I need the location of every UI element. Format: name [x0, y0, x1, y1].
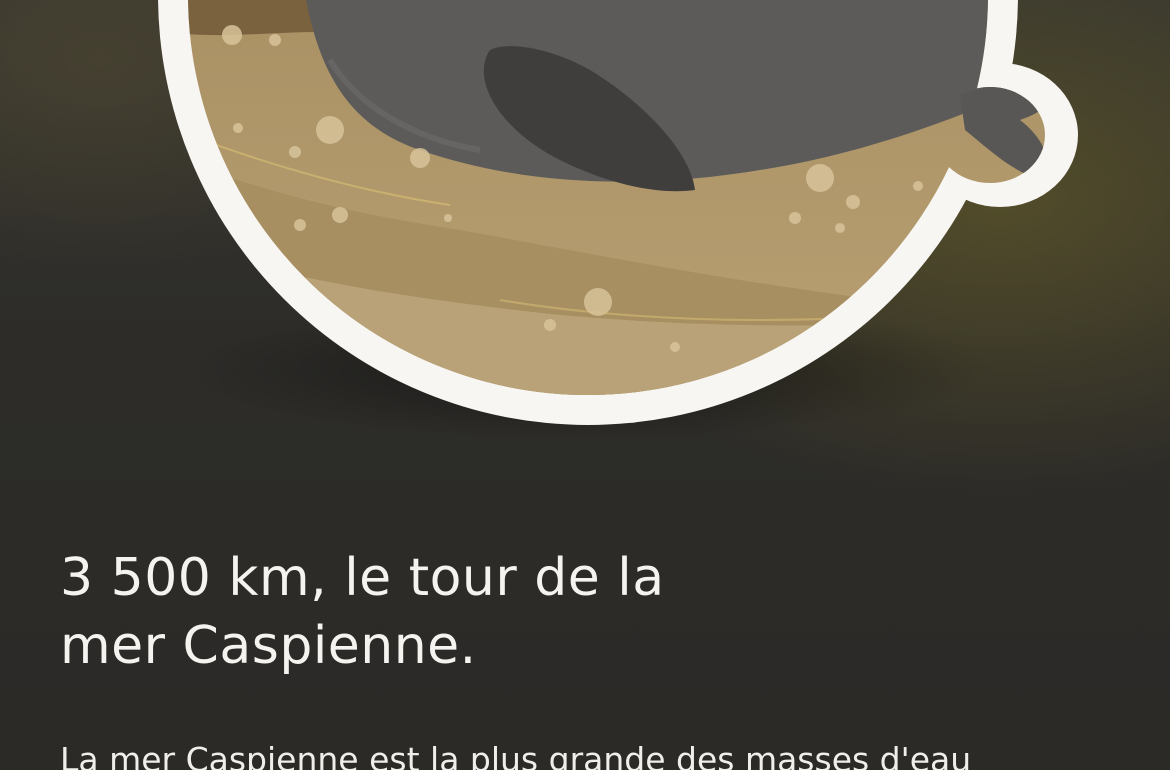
seal-illustration-icon — [188, 0, 1045, 395]
achievement-title-line1: 3 500 km, le tour de la — [60, 548, 665, 608]
achievement-title: 3 500 km, le tour de la mer Caspienne. — [60, 544, 820, 680]
achievement-title-line2: mer Caspienne. — [60, 616, 477, 676]
achievement-badge — [158, 0, 1078, 425]
screen: 3 500 km, le tour de la mer Caspienne. L… — [0, 0, 1170, 770]
achievement-description: La mer Caspienne est la plus grande des … — [60, 740, 972, 770]
